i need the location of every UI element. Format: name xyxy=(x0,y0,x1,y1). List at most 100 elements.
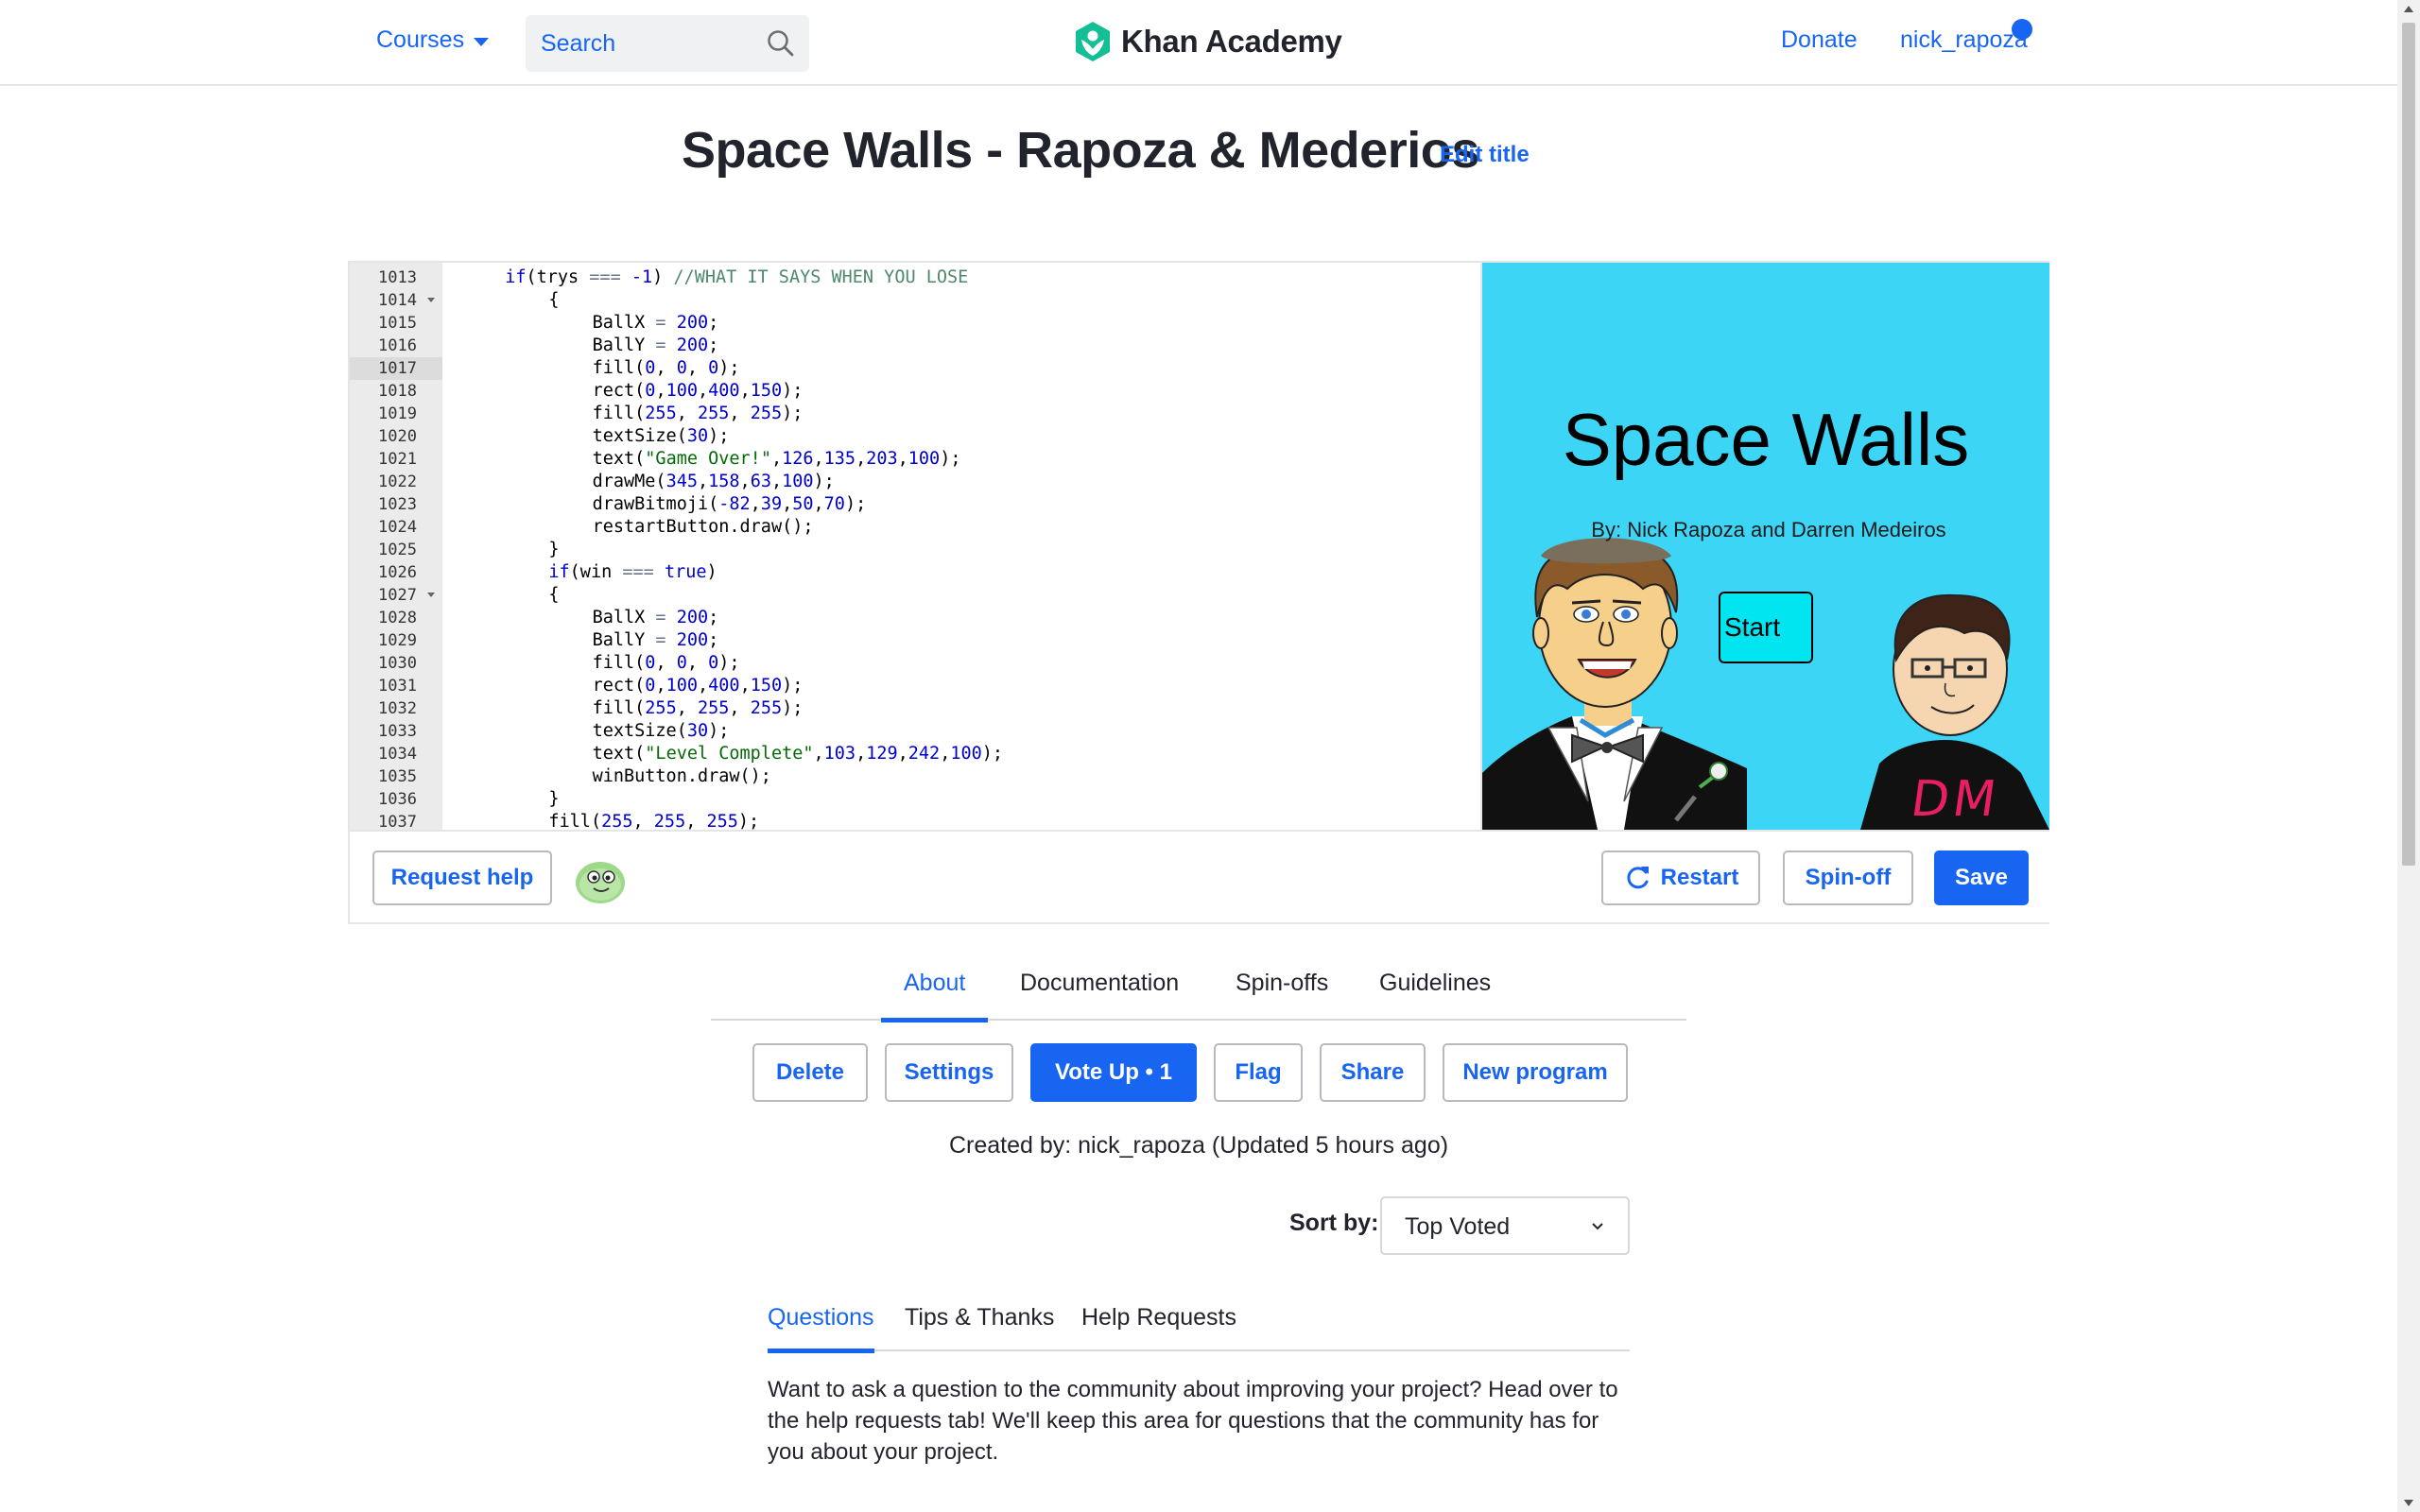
edit-title-link[interactable]: Edit title xyxy=(1440,142,1530,168)
tab-tips-thanks[interactable]: Tips & Thanks xyxy=(905,1304,1054,1351)
code-line[interactable]: winButton.draw(); xyxy=(593,765,771,788)
code-line[interactable]: textSize(30); xyxy=(593,425,730,448)
line-number: 1019 xyxy=(378,404,417,423)
flag-button[interactable]: Flag xyxy=(1214,1043,1303,1102)
code-line[interactable]: fill(255, 255, 255); xyxy=(548,811,759,830)
code-lines[interactable]: if(trys === -1) //WHAT IT SAYS WHEN YOU … xyxy=(461,263,1463,830)
code-editor[interactable]: 1013 1014 1015 1016 1017 1018 1019 1020 1021 1022… xyxy=(350,263,1482,830)
fold-arrow-icon[interactable] xyxy=(427,593,435,597)
code-line[interactable]: rect(0,100,400,150); xyxy=(593,675,804,697)
line-number: 1021 xyxy=(378,450,417,469)
tab-guidelines[interactable]: Guidelines xyxy=(1379,970,1491,1021)
courses-menu[interactable]: Courses xyxy=(376,26,490,54)
line-number: 1031 xyxy=(378,677,417,696)
vote-up-button[interactable]: Vote Up • 1 xyxy=(1030,1043,1197,1102)
code-line[interactable]: restartButton.draw(); xyxy=(593,516,814,539)
request-help-button[interactable]: Request help xyxy=(372,850,552,905)
khan-academy-logo[interactable]: Khan Academy xyxy=(1074,21,1342,62)
line-number: 1013 xyxy=(378,268,417,287)
tab-about[interactable]: About xyxy=(880,970,989,1022)
editor-toolbar: Request help Restart Spin-off Save xyxy=(350,830,2049,922)
code-line[interactable]: BallX = 200; xyxy=(593,607,719,629)
fold-arrow-icon[interactable] xyxy=(427,298,435,302)
scroll-up-icon[interactable] xyxy=(2404,6,2413,12)
program-tabs: About Documentation Spin-offs Guidelines xyxy=(711,964,1686,1022)
line-number: 1020 xyxy=(378,427,417,446)
tab-spin-offs[interactable]: Spin-offs xyxy=(1236,970,1328,1021)
created-by-text: Created by: nick_rapoza (Updated 5 hours… xyxy=(948,1132,1449,1159)
caret-down-icon xyxy=(474,37,490,46)
line-number: 1023 xyxy=(378,495,417,514)
delete-button[interactable]: Delete xyxy=(752,1043,868,1102)
code-line[interactable]: fill(255, 255, 255); xyxy=(593,697,804,720)
sort-select[interactable]: Top Voted xyxy=(1380,1196,1630,1255)
canvas-title: Space Walls xyxy=(1562,398,1970,481)
chevron-down-icon xyxy=(1592,1223,1603,1230)
line-number: 1016 xyxy=(378,336,417,355)
courses-label: Courses xyxy=(376,26,465,53)
line-number: 1015 xyxy=(378,314,417,333)
canvas-drawing xyxy=(1482,538,2049,830)
code-line[interactable]: { xyxy=(548,289,559,312)
code-line[interactable]: drawMe(345,158,63,100); xyxy=(593,471,835,493)
line-number: 1018 xyxy=(378,382,417,401)
code-line[interactable]: if(trys === -1) //WHAT IT SAYS WHEN YOU … xyxy=(505,266,968,289)
line-number-gutter: 1013 1014 1015 1016 1017 1018 1019 1020 1021 1022… xyxy=(350,263,442,830)
line-number: 1022 xyxy=(378,472,417,491)
line-number: 1037 xyxy=(378,813,417,830)
line-number: 1014 xyxy=(350,289,442,312)
new-program-button[interactable]: New program xyxy=(1443,1043,1628,1102)
user-menu[interactable]: nick_rapoza xyxy=(1900,26,2028,54)
code-line[interactable]: fill(0, 0, 0); xyxy=(593,652,740,675)
line-number: 1026 xyxy=(378,563,417,582)
search-input[interactable] xyxy=(541,29,758,58)
program-canvas[interactable]: Space Walls By: Nick Rapoza and Darren M… xyxy=(1482,263,2049,830)
code-line[interactable]: } xyxy=(548,539,559,561)
code-line[interactable]: rect(0,100,400,150); xyxy=(593,380,804,403)
program-editor: 1013 1014 1015 1016 1017 1018 1019 1020 1021 1022… xyxy=(348,261,2049,924)
page-scrollbar-thumb[interactable] xyxy=(2402,23,2415,866)
code-line[interactable]: BallY = 200; xyxy=(593,629,719,652)
donate-link[interactable]: Donate xyxy=(1781,26,1858,54)
search-box[interactable] xyxy=(526,15,809,72)
notification-badge[interactable] xyxy=(2012,19,2032,40)
sort-selected-value: Top Voted xyxy=(1405,1213,1511,1240)
code-line[interactable]: textSize(30); xyxy=(593,720,730,743)
code-line[interactable]: text("Level Complete",103,129,242,100); xyxy=(593,743,1003,765)
logo-text: Khan Academy xyxy=(1121,24,1342,59)
settings-button[interactable]: Settings xyxy=(885,1043,1013,1102)
character-left-illustration xyxy=(1482,538,1747,830)
line-number: 1034 xyxy=(378,745,417,764)
code-line[interactable]: fill(255, 255, 255); xyxy=(593,403,804,425)
community-tabs: Questions Tips & Thanks Help Requests xyxy=(768,1298,1630,1353)
code-line[interactable]: text("Game Over!",126,135,203,100); xyxy=(593,448,961,471)
tab-help-requests[interactable]: Help Requests xyxy=(1081,1304,1236,1351)
page-scrollbar[interactable] xyxy=(2397,0,2420,1512)
line-number: 1028 xyxy=(378,609,417,627)
scroll-down-icon[interactable] xyxy=(2404,1500,2413,1506)
tab-documentation[interactable]: Documentation xyxy=(1020,970,1179,1021)
code-line[interactable]: drawBitmoji(-82,39,50,70); xyxy=(593,493,867,516)
sort-label: Sort by: xyxy=(1289,1210,1379,1236)
line-number: 1027 xyxy=(350,584,442,607)
canvas-start-button[interactable]: Start xyxy=(1719,592,1813,663)
code-line[interactable]: { xyxy=(548,584,559,607)
code-line[interactable]: BallX = 200; xyxy=(593,312,719,335)
search-icon[interactable] xyxy=(766,28,796,59)
code-line[interactable]: BallY = 200; xyxy=(593,335,719,357)
tab-questions[interactable]: Questions xyxy=(768,1304,874,1353)
code-line[interactable]: fill(0, 0, 0); xyxy=(593,357,740,380)
spin-off-button[interactable]: Spin-off xyxy=(1783,850,1913,905)
line-number: 1035 xyxy=(378,767,417,786)
canvas-subtitle: By: Nick Rapoza and Darren Medeiros xyxy=(1591,518,1946,541)
save-button[interactable]: Save xyxy=(1934,850,2029,905)
share-button[interactable]: Share xyxy=(1320,1043,1426,1102)
khan-academy-logo-icon xyxy=(1076,22,1110,61)
restart-label: Restart xyxy=(1660,865,1739,890)
restart-icon xyxy=(1627,867,1649,889)
restart-button[interactable]: Restart xyxy=(1601,850,1760,905)
avatar[interactable] xyxy=(573,854,628,905)
code-line[interactable]: if(win === true) xyxy=(548,561,717,584)
code-line[interactable]: } xyxy=(548,788,559,811)
line-number: 1033 xyxy=(378,722,417,741)
